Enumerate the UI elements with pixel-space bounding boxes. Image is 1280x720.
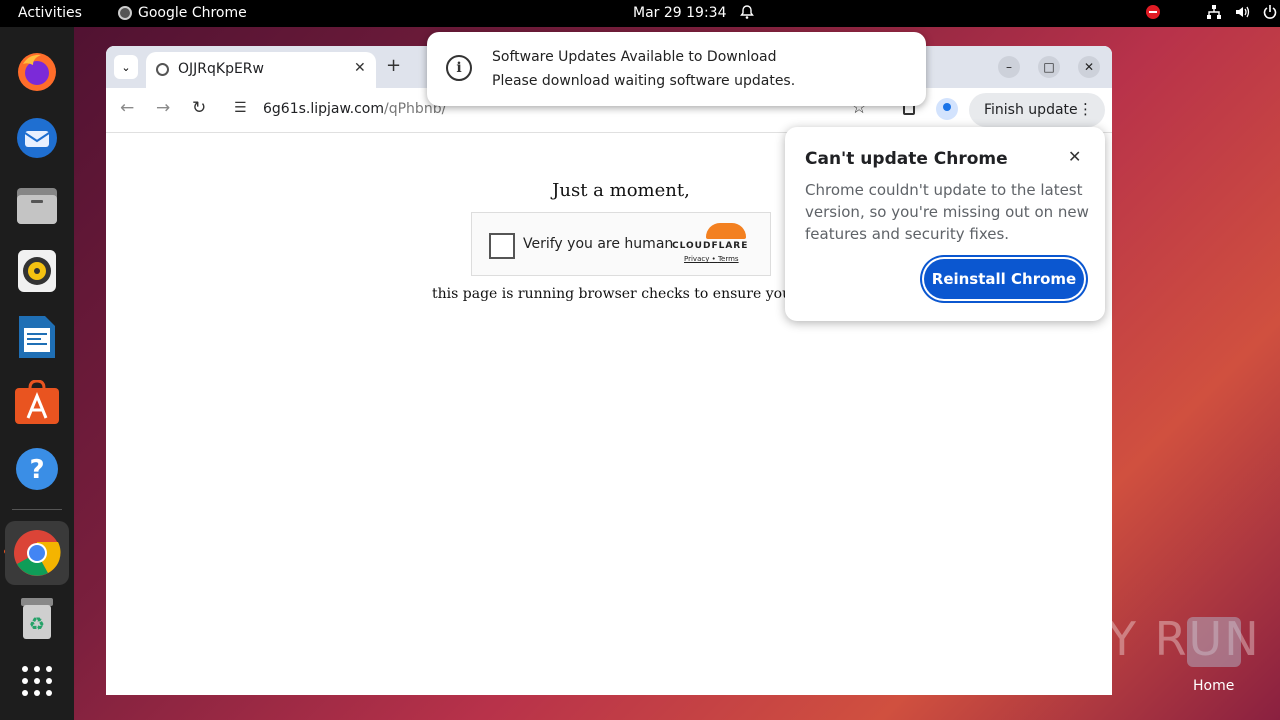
svg-text:♻: ♻ <box>29 614 45 635</box>
notification-body: Please download waiting software updates… <box>492 73 796 89</box>
system-tray[interactable] <box>1146 4 1278 20</box>
tab-title: OJJRqKpERw <box>178 61 264 77</box>
more-menu-icon: ⋮ <box>1078 100 1093 118</box>
close-icon[interactable]: ✕ <box>1068 147 1081 166</box>
cloudflare-logo: CLOUDFLARE Privacy • Terms <box>672 223 762 263</box>
files-icon[interactable] <box>10 178 64 232</box>
network-icon <box>1207 5 1221 19</box>
globe-icon <box>156 63 169 76</box>
finish-update-label: Finish update <box>984 102 1078 118</box>
home-label: Home <box>1193 678 1235 694</box>
help-icon[interactable]: ? <box>10 442 64 496</box>
info-icon: i <box>446 55 472 81</box>
close-window-button[interactable]: ✕ <box>1078 56 1100 78</box>
chevron-down-icon: ⌄ <box>121 60 131 74</box>
url-host: 6g61s.lipjaw.com <box>263 101 385 117</box>
site-info-icon[interactable]: ☰ <box>234 100 247 116</box>
reinstall-chrome-button[interactable]: Reinstall Chrome <box>924 259 1084 299</box>
writer-icon[interactable] <box>10 310 64 364</box>
privacy-link[interactable]: Privacy <box>684 255 709 263</box>
app-name: Google Chrome <box>138 5 247 21</box>
update-notification[interactable]: i Software Updates Available to Download… <box>427 32 926 106</box>
tab-active[interactable]: OJJRqKpERw ✕ <box>146 52 376 88</box>
close-tab-icon[interactable]: ✕ <box>354 60 366 76</box>
show-apps-icon[interactable] <box>10 654 64 708</box>
chrome-icon[interactable] <box>5 521 69 585</box>
popup-title: Can't update Chrome <box>805 149 1008 169</box>
thunderbird-icon[interactable] <box>10 111 64 165</box>
profile-avatar[interactable] <box>936 98 958 120</box>
verify-checkbox[interactable] <box>489 233 515 259</box>
do-not-disturb-icon <box>1146 5 1160 19</box>
update-error-popup: Can't update Chrome ✕ Chrome couldn't up… <box>785 127 1105 321</box>
cloudflare-challenge: Verify you are human CLOUDFLARE Privacy … <box>471 212 771 276</box>
reload-button[interactable]: ↻ <box>192 98 206 118</box>
home-folder-icon[interactable] <box>1187 617 1241 667</box>
new-tab-button[interactable]: + <box>386 55 401 76</box>
svg-text:?: ? <box>29 455 44 485</box>
volume-icon <box>1236 6 1250 18</box>
maximize-button[interactable]: □ <box>1038 56 1060 78</box>
cloud-icon <box>706 223 746 239</box>
verify-label: Verify you are human <box>523 236 674 252</box>
bell-icon[interactable] <box>739 4 755 24</box>
back-button[interactable]: ← <box>120 98 134 118</box>
power-icon <box>1263 5 1277 19</box>
rhythmbox-icon[interactable] <box>10 244 64 298</box>
cf-links: Privacy • Terms <box>684 255 739 263</box>
forward-button[interactable]: → <box>156 98 170 118</box>
activities-button[interactable]: Activities <box>18 5 82 21</box>
firefox-icon[interactable] <box>10 45 64 99</box>
cloudflare-wordmark: CLOUDFLARE <box>672 241 749 251</box>
top-bar: Activities Google Chrome Mar 29 19:34 <box>0 0 1280 27</box>
tab-search-button[interactable]: ⌄ <box>114 55 138 79</box>
app-center-icon[interactable] <box>10 376 64 430</box>
terms-link[interactable]: Terms <box>718 255 739 263</box>
dock-separator <box>12 509 62 510</box>
trash-icon[interactable]: ♻ <box>10 591 64 645</box>
notification-title: Software Updates Available to Download <box>492 49 777 65</box>
chrome-small-icon <box>118 6 132 20</box>
url-text[interactable]: 6g61s.lipjaw.com/qPhbnb/ <box>263 101 446 117</box>
popup-body: Chrome couldn't update to the latest ver… <box>805 181 1089 243</box>
app-menu[interactable]: Google Chrome <box>118 5 247 21</box>
clock[interactable]: Mar 29 19:34 <box>633 5 726 21</box>
dock: ? ♻ <box>0 27 74 720</box>
finish-update-button[interactable]: Finish update ⋮ <box>969 93 1105 127</box>
page-subtext: this page is running browser checks to e… <box>432 286 835 302</box>
minimize-button[interactable]: – <box>998 56 1020 78</box>
